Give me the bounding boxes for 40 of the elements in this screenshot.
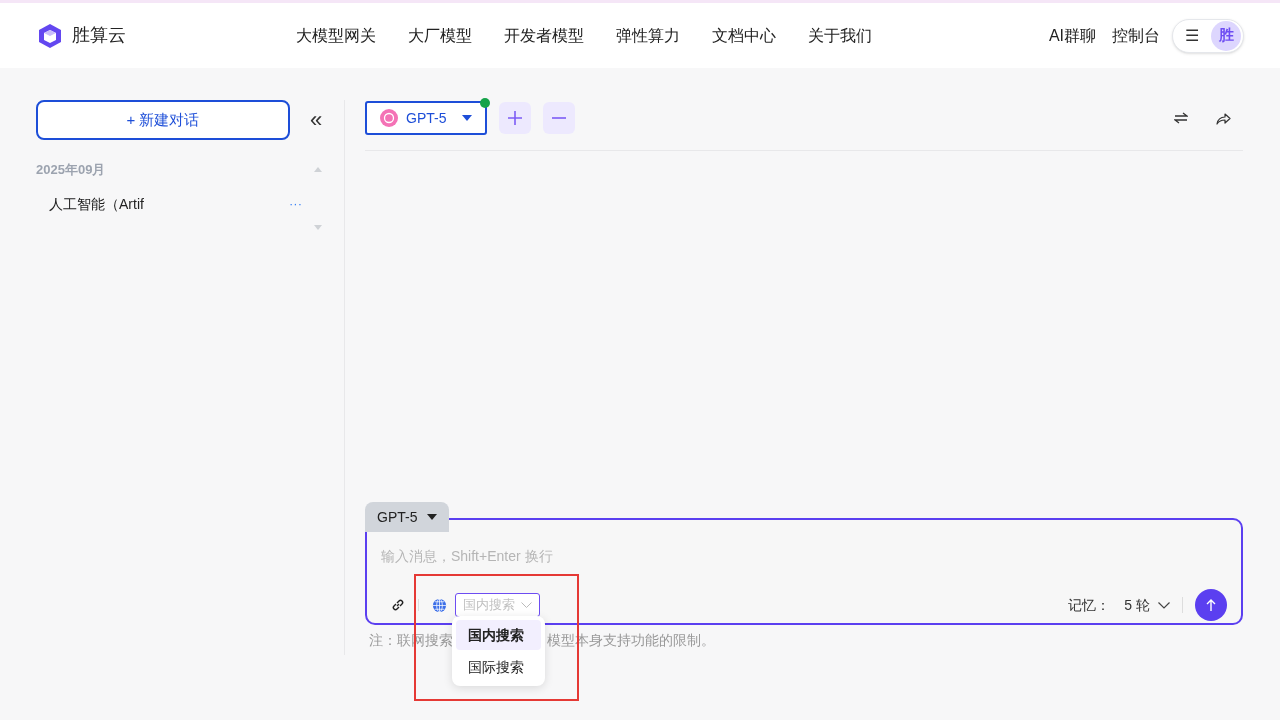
- nav-link[interactable]: 开发者模型: [504, 23, 584, 48]
- user-menu-pill[interactable]: ☰ 胜: [1172, 18, 1244, 53]
- link-icon[interactable]: [391, 598, 405, 612]
- model-selector[interactable]: GPT-5: [365, 101, 488, 135]
- model-name: GPT-5: [406, 108, 447, 128]
- chevron-down-icon: [1158, 601, 1170, 609]
- swap-arrows-icon[interactable]: [1174, 112, 1188, 124]
- cube-logo-icon[interactable]: [36, 21, 64, 50]
- minus-icon: [552, 117, 567, 119]
- brand-name[interactable]: 胜算云: [72, 22, 126, 49]
- nav-link[interactable]: 大模型网关: [296, 23, 376, 48]
- collapse-sidebar-button[interactable]: «: [310, 109, 323, 131]
- message-input[interactable]: 输入消息，Shift+Enter 换行: [381, 546, 1227, 567]
- memory-rounds-select[interactable]: 5 轮: [1124, 594, 1170, 616]
- memory-label: 记忆：: [1068, 595, 1111, 615]
- date-group-label: 2025年09月: [36, 161, 106, 179]
- new-chat-button[interactable]: + 新建对话: [36, 100, 290, 140]
- globe-icon[interactable]: [432, 597, 447, 613]
- model-tab[interactable]: GPT-5: [365, 502, 450, 532]
- plus-icon: [508, 111, 523, 125]
- chevron-down-icon: [521, 602, 532, 608]
- nav-link[interactable]: 弹性算力: [616, 23, 680, 48]
- menu-icon[interactable]: ☰: [1185, 23, 1199, 48]
- user-avatar[interactable]: 胜: [1211, 20, 1241, 51]
- model-logo-icon: [380, 109, 398, 127]
- nav-link[interactable]: 关于我们: [808, 23, 872, 48]
- dropdown-option[interactable]: 国际搜索: [456, 652, 541, 682]
- nav-link[interactable]: 控制台: [1112, 23, 1160, 48]
- share-arrow-icon[interactable]: [1216, 111, 1231, 125]
- dropdown-option[interactable]: 国内搜索: [456, 620, 541, 650]
- caret-icon: [427, 514, 438, 520]
- caret-icon: [462, 115, 473, 121]
- send-button[interactable]: [1195, 589, 1227, 621]
- add-model-button[interactable]: [499, 102, 532, 134]
- nav-link[interactable]: AI群聊: [1048, 23, 1096, 48]
- nav-link[interactable]: 文档中心: [712, 23, 776, 48]
- arrow-up-icon: [1206, 599, 1216, 611]
- remove-model-button[interactable]: [543, 102, 576, 134]
- nav-link[interactable]: 大厂模型: [408, 23, 472, 48]
- chat-history-item[interactable]: 人工智能（Artif: [49, 193, 144, 215]
